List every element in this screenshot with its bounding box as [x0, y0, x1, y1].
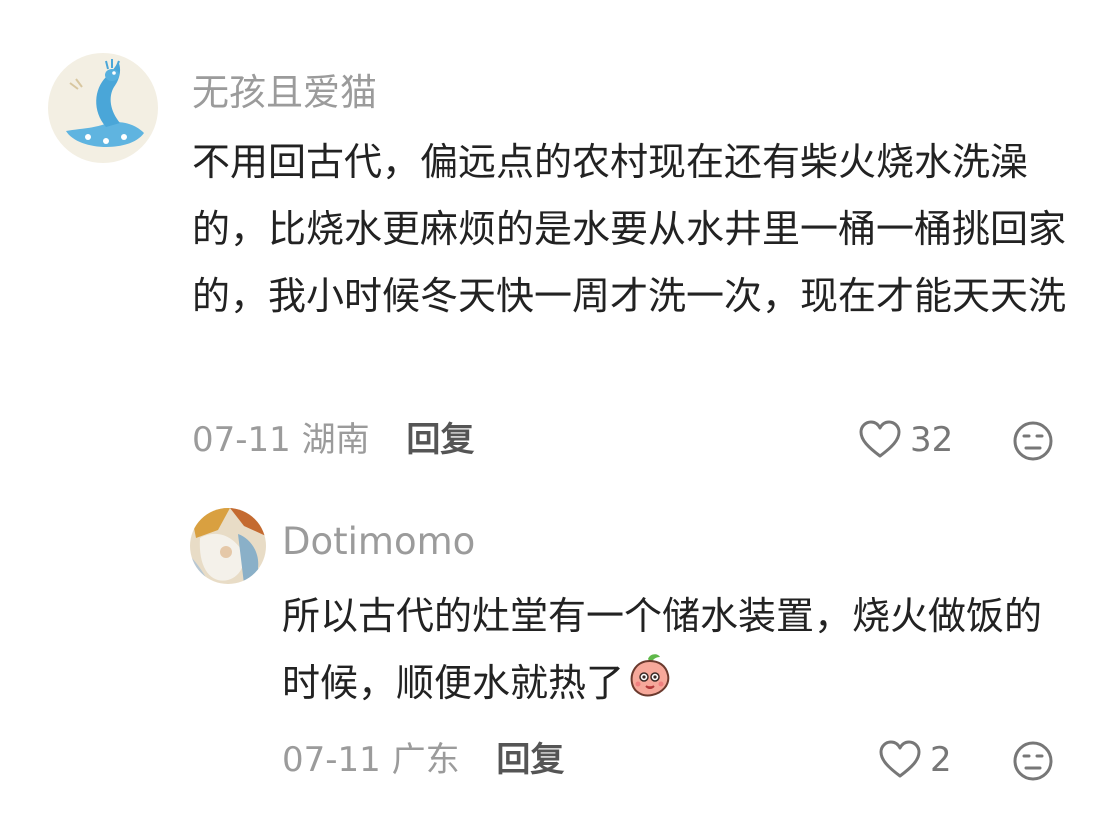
reply-button[interactable]: 回复	[496, 740, 564, 780]
comment-item: 无孩且爱猫 不用回古代，偏远点的农村现在还有柴火烧水洗澡的，比烧水更麻烦的是水要…	[0, 0, 1120, 480]
reply-date: 07-11	[282, 740, 381, 780]
dislike-face-icon	[1013, 741, 1053, 781]
like-button[interactable]: 32	[858, 418, 953, 462]
comment-meta: 07-11 湖南 回复	[192, 418, 474, 462]
comment-location: 湖南	[301, 420, 370, 460]
comment-text: 不用回古代，偏远点的农村现在还有柴火烧水洗澡的，比烧水更麻烦的是水要从水井里一桶…	[192, 140, 1067, 318]
heart-outline-icon	[879, 740, 921, 778]
avatar[interactable]	[48, 53, 158, 163]
painting-avatar-icon	[190, 508, 266, 584]
reply-item: Dotimomo 所以古代的灶堂有一个储水装置，烧火做饭的时候，顺便水就热了 0…	[0, 480, 1120, 820]
like-button[interactable]: 2	[878, 738, 952, 782]
like-count: 32	[910, 420, 954, 460]
comment-username[interactable]: 无孩且爱猫	[192, 62, 377, 116]
dislike-face-icon	[1013, 421, 1053, 461]
reply-meta: 07-11 广东 回复	[282, 738, 564, 782]
dislike-button[interactable]	[1012, 420, 1054, 462]
heart-outline-icon	[859, 420, 901, 458]
reply-username[interactable]: Dotimomo	[282, 520, 475, 563]
dislike-button[interactable]	[1012, 740, 1054, 782]
reply-location: 广东	[391, 740, 460, 780]
peacock-avatar-icon	[48, 53, 158, 163]
comment-date: 07-11	[192, 420, 291, 460]
like-count: 2	[930, 740, 952, 780]
peach-emoji-icon	[626, 651, 674, 720]
avatar[interactable]	[190, 508, 266, 584]
reply-text: 所以古代的灶堂有一个储水装置，烧火做饭的时候，顺便水就热了	[282, 583, 1072, 720]
reply-button[interactable]: 回复	[406, 420, 474, 460]
